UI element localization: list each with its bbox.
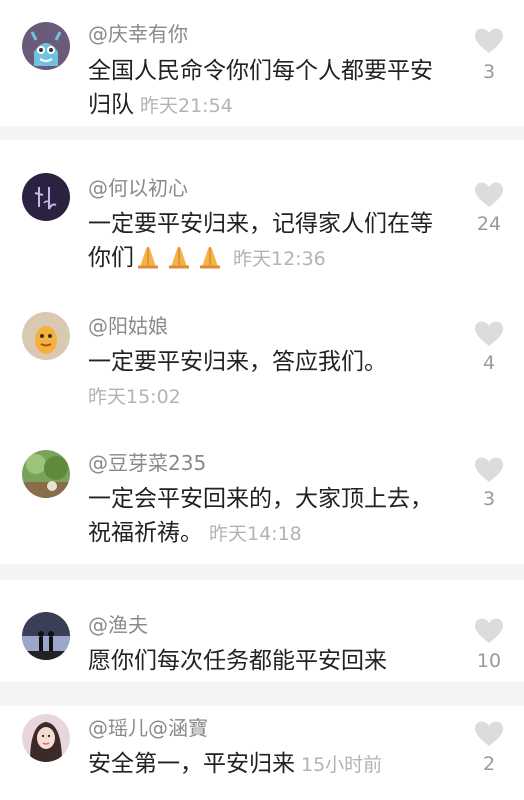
comment-text: 全国人民命令你们每个人都要平安归队 昨天21:54 (88, 54, 438, 123)
landscape-avatar-icon[interactable] (22, 450, 70, 498)
comment-text: 一定要平安归来，记得家人们在等你们 昨天12:36 (88, 207, 438, 276)
comment-text: 一定要平安归来，答应我们。昨天15:02 (88, 345, 438, 414)
comment-username[interactable]: @阳姑娘 (88, 314, 168, 338)
comment-username[interactable]: @渔夫 (88, 613, 148, 637)
heart-icon[interactable] (474, 27, 504, 55)
heart-icon[interactable] (474, 181, 504, 209)
folded-hands-emoji-group (134, 245, 227, 271)
portrait-avatar-icon[interactable] (22, 714, 70, 762)
comment-feed: @庆幸有你 全国人民命令你们每个人都要平安归队 昨天21:54 3 @何以初心 一… (0, 0, 524, 800)
comment-card: @瑶儿@涵寶 安全第一，平安归来 15小时前 2 (0, 706, 524, 800)
comment-text: 安全第一，平安归来 15小时前 (88, 747, 438, 782)
comment-username[interactable]: @何以初心 (88, 176, 188, 200)
heart-icon[interactable] (474, 617, 504, 645)
like-count: 3 (482, 488, 496, 510)
like-count: 4 (482, 352, 496, 374)
comment-time: 15小时前 (301, 754, 383, 776)
folded-hands-emoji (196, 243, 224, 269)
heart-icon[interactable] (474, 456, 504, 484)
heart-icon[interactable] (474, 720, 504, 748)
cartoon-face-avatar-icon[interactable] (22, 312, 70, 360)
comment-card: @渔夫 愿你们每次任务都能平安回来 10 (0, 580, 524, 682)
comment-username[interactable]: @豆芽菜235 (88, 451, 206, 475)
comment-text-content: 愿你们每次任务都能平安回来 (88, 648, 387, 674)
comment-time: 昨天21:54 (140, 95, 233, 117)
folded-hands-emoji (165, 243, 193, 269)
comment-username[interactable]: @庆幸有你 (88, 22, 188, 46)
comment-card: @庆幸有你 全国人民命令你们每个人都要平安归队 昨天21:54 3 (0, 0, 524, 126)
like-count: 2 (482, 753, 496, 775)
heart-icon[interactable] (474, 320, 504, 348)
comment-time: 昨天14:18 (209, 523, 302, 545)
calligraphy-avatar-icon[interactable] (22, 173, 70, 221)
comment-card: @何以初心 一定要平安归来，记得家人们在等你们 昨天12:36 24 @阳姑娘 一… (0, 140, 524, 564)
like-count: 10 (476, 650, 502, 672)
comment-text-content: 安全第一，平安归来 (88, 751, 295, 777)
like-count: 24 (476, 213, 502, 235)
comment-text: 一定会平安回来的，大家顶上去，祝福祈祷。 昨天14:18 (88, 482, 438, 551)
couple-silhouette-avatar-icon[interactable] (22, 612, 70, 660)
monster-avatar-icon[interactable] (22, 22, 70, 70)
comment-text: 愿你们每次任务都能平安回来 (88, 644, 438, 678)
comment-time: 昨天15:02 (88, 386, 181, 408)
comment-time: 昨天12:36 (233, 248, 326, 270)
folded-hands-emoji (134, 243, 162, 269)
like-count: 3 (482, 61, 496, 83)
comment-username[interactable]: @瑶儿@涵寶 (88, 716, 208, 740)
comment-text-content: 一定要平安归来，答应我们。 (88, 349, 387, 375)
